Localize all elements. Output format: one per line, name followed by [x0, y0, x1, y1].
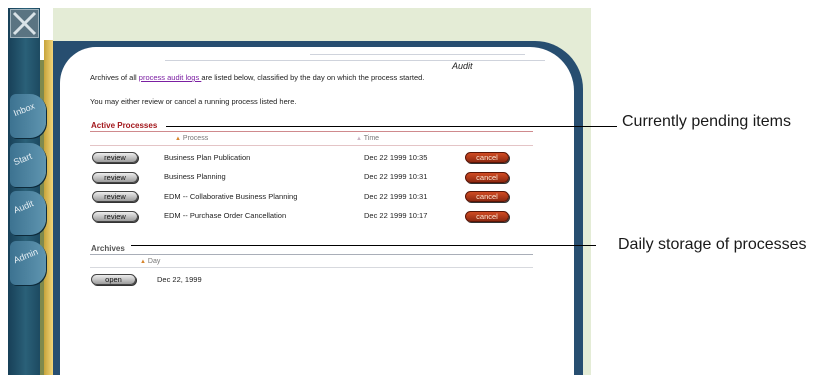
column-header-day[interactable]: ▲ Day [140, 257, 160, 267]
column-label: Day [147, 258, 161, 265]
cancel-button[interactable]: cancel [465, 211, 509, 222]
column-header-time[interactable]: ▲ Time [356, 134, 379, 144]
process-time: Dec 22 1999 10:31 [364, 172, 428, 181]
process-name: EDM -- Purchase Order Cancellation [164, 211, 287, 220]
rail-tab-label: Start [12, 150, 34, 168]
review-button[interactable]: review [92, 211, 138, 222]
rail-tab-label: Inbox [12, 100, 37, 119]
section-heading-archives: Archives [91, 244, 125, 253]
rail-tab-admin[interactable]: Admin [10, 241, 46, 285]
process-name: Business Plan Publication [164, 153, 251, 162]
review-button[interactable]: review [92, 172, 138, 183]
column-rule [90, 267, 533, 268]
cancel-button[interactable]: cancel [465, 152, 509, 163]
review-button[interactable]: review [92, 191, 138, 202]
intro-line-2: You may either review or cancel a runnin… [90, 97, 297, 106]
column-rule [90, 145, 533, 146]
section-rule [90, 131, 533, 132]
open-button[interactable]: open [91, 274, 136, 285]
section-heading-active: Active Processes [91, 121, 158, 130]
annotation-pending: Currently pending items [622, 113, 791, 130]
section-rule [90, 254, 533, 255]
sort-asc-icon: ▲ [140, 259, 146, 265]
rail-tab-audit[interactable]: Audit [10, 191, 46, 235]
process-time: Dec 22 1999 10:35 [364, 153, 428, 162]
sort-asc-icon: ▲ [175, 136, 181, 142]
column-label: Process [182, 135, 209, 142]
annotation-leader-storage [131, 245, 596, 246]
column-header-process[interactable]: ▲ Process [175, 134, 208, 144]
annotation-storage: Daily storage of processes [618, 236, 807, 253]
rail-tab-label: Admin [12, 246, 40, 266]
intro-text: are listed below, classified by the day … [201, 73, 425, 82]
intro-text: Archives of all [90, 73, 139, 82]
rail-tab-inbox[interactable]: Inbox [10, 94, 46, 138]
app-logo-icon [10, 9, 39, 38]
annotation-leader-pending [166, 126, 617, 127]
column-label: Time [363, 135, 380, 142]
process-time: Dec 22 1999 10:31 [364, 192, 428, 201]
audit-logs-link[interactable]: process audit logs [139, 73, 202, 82]
header-rule [310, 54, 525, 55]
header-rule [165, 60, 545, 61]
rail-tab-start[interactable]: Start [10, 143, 46, 187]
sort-asc-icon: ▲ [356, 136, 362, 142]
process-time: Dec 22 1999 10:17 [364, 211, 428, 220]
process-name: EDM -- Collaborative Business Planning [164, 192, 298, 201]
cancel-button[interactable]: cancel [465, 172, 509, 183]
intro-line-1: Archives of all process audit logs are l… [90, 73, 424, 83]
archive-day: Dec 22, 1999 [157, 275, 202, 284]
cancel-button[interactable]: cancel [465, 191, 509, 202]
rail-tab-label: Audit [12, 198, 35, 216]
review-button[interactable]: review [92, 152, 138, 163]
page-title: Audit [452, 61, 473, 71]
process-name: Business Planning [164, 172, 226, 181]
